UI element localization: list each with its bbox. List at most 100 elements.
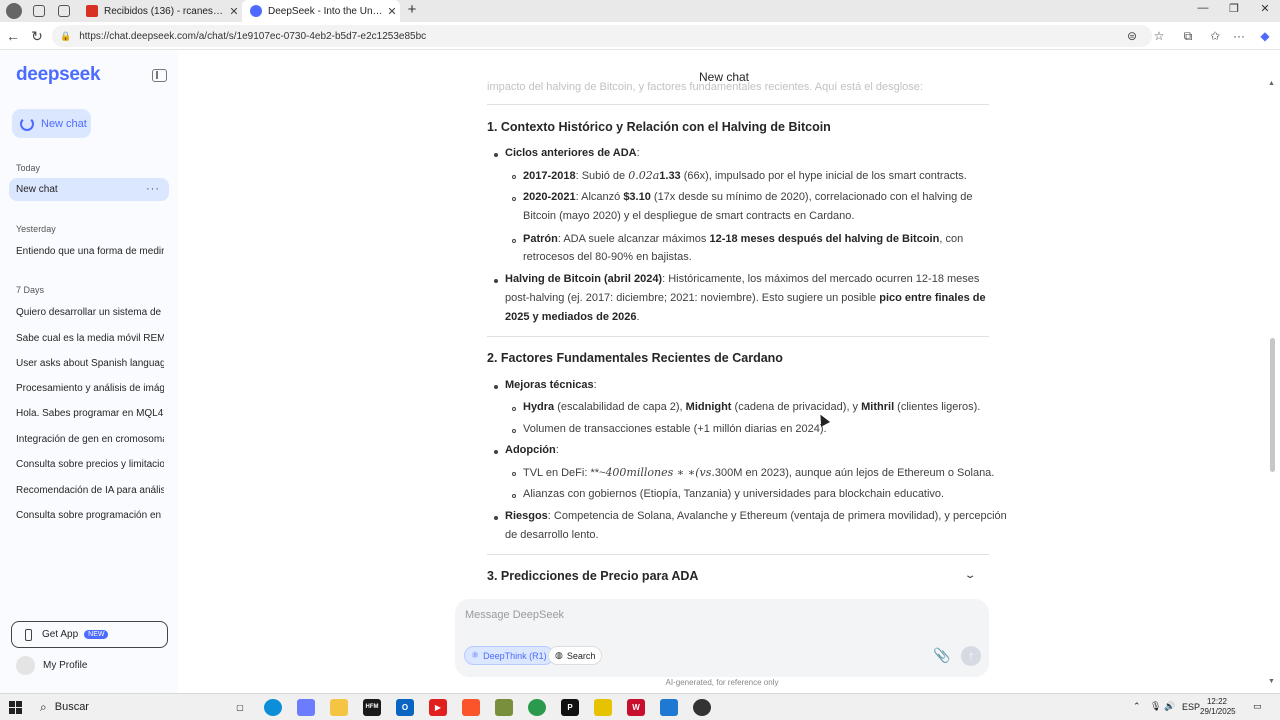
deepseek-logo[interactable]: deepseek [16,64,101,86]
sub-bullet [512,197,516,201]
list-item-patron: Patrón: ADA suele alcanzar máximos 12-18… [523,233,964,245]
sidebar-item[interactable]: Consulta sobre precios y limitacione [16,459,164,470]
message-input[interactable]: Message DeepSeek [465,609,564,621]
minimize-icon[interactable]: — [1188,2,1218,14]
new-chat-icon [20,116,34,131]
winrar-icon[interactable]: W [627,699,645,716]
more-options-icon[interactable]: ··· [146,178,160,201]
microphone-icon[interactable]: 🎙 [1150,701,1161,712]
deepthink-label: DeepThink (R1) [483,650,547,661]
gmail-icon [86,5,98,17]
scrollbar-thumb[interactable] [1270,338,1275,472]
section-heading: 1. Contexto Histórico y Relación con el … [487,120,831,134]
brave-icon[interactable] [462,699,480,716]
maximize-icon[interactable]: ❐ [1219,2,1249,15]
browser-menu-icon[interactable]: ··· [1231,28,1247,44]
profile-avatar-icon[interactable] [6,3,22,19]
taskbar-search-label: Buscar [54,701,89,713]
close-tab-icon[interactable]: ✕ [384,5,400,18]
sub-bullet [512,239,516,243]
sidebar-item[interactable]: Recomendación de IA para análisis ( [16,485,164,496]
app-icon[interactable] [495,699,513,716]
favorite-star-icon[interactable]: ☆ [1151,28,1167,44]
list-item-hydra: Hydra (escalabilidad de capa 2), Midnigh… [523,401,981,413]
divider [487,104,989,105]
search-label: Search [566,650,596,661]
clock[interactable]: 12:22 29/1/2025 [1200,697,1236,717]
list-item-halving: Halving de Bitcoin (abril 2024): Históri… [505,273,980,285]
tab-gmail[interactable]: Recibidos (136) - rcanessa@gmail ✕ [78,0,242,22]
bullet [494,516,498,520]
chrome-icon[interactable] [528,699,546,716]
deepthink-toggle[interactable]: ⚛ DeepThink (R1) [464,646,554,665]
sidebar-item[interactable]: User asks about Spanish language s [16,358,164,369]
back-icon[interactable]: ← [4,27,22,45]
tab-actions-icon[interactable] [58,5,70,17]
clock-time: 12:22 [1206,697,1228,706]
close-tab-icon[interactable]: ✕ [226,5,242,18]
file-explorer-icon[interactable] [330,699,348,716]
scroll-down-arrow-icon[interactable]: ▼ [1268,678,1275,685]
reading-mode-icon[interactable]: ⊜ [1124,28,1140,44]
attach-icon[interactable]: 📎 [933,647,950,664]
new-chat-button[interactable]: New chat [12,109,91,138]
app-icon-2[interactable] [693,699,711,716]
outlook-icon[interactable]: O [396,699,414,716]
sidebar-item[interactable]: Procesamiento y análisis de imágen [16,383,164,394]
task-view-icon[interactable]: ▢ [231,699,249,716]
sidebar-item[interactable]: Sabe cual es la media móvil REMA [16,333,164,344]
chat-main: impacto del halving de Bitcoin, y factor… [178,50,1280,693]
lock-icon: 🔒 [60,30,72,41]
hfm-app-icon[interactable]: HFM [363,699,381,716]
youtube-icon[interactable]: ▶ [429,699,447,716]
pycharm-icon[interactable]: P [561,699,579,716]
sidebar-item-new-chat[interactable]: New chat ··· [9,178,169,201]
sidebar-item[interactable]: Entiendo que una forma de medir [16,246,164,257]
new-tab-icon[interactable]: + [404,2,420,18]
search-toggle[interactable]: ◍ Search [548,646,603,665]
vscode-icon[interactable] [660,699,678,716]
get-app-label: Get App [42,629,79,640]
volume-icon[interactable]: 🔊 [1164,701,1175,712]
section-heading: 3. Predicciones de Precio para ADA [487,569,699,583]
language-indicator[interactable]: ESP [1182,702,1200,712]
tab-title: Recibidos (136) - rcanessa@gmail [104,5,226,17]
bullet [494,279,498,283]
sidebar-item[interactable]: Hola. Sabes programar en MQL4? [16,408,164,419]
list-item-ciclos: Ciclos anteriores de ADA: [505,147,640,159]
bullet [494,153,498,157]
list-item-adopcion: Adopción: [505,444,559,456]
list-item-2020: 2020-2021: Alcanzó $3.10 (17x desde su m… [523,191,973,203]
windows-start-icon[interactable] [9,701,22,714]
tray-overflow-icon[interactable]: ⌃ [1133,701,1141,712]
send-button[interactable]: ↑ [961,646,981,666]
taskbar-search[interactable]: ⌕ Buscar [32,697,222,717]
scroll-down-chevron-icon[interactable]: ⌄ [964,570,977,581]
extensions-icon[interactable]: ⧉ [1180,28,1196,44]
edge-icon[interactable] [264,699,282,716]
copilot-icon[interactable]: ◆ [1257,28,1273,44]
refresh-icon[interactable]: ↻ [28,27,46,45]
close-window-icon[interactable]: ✕ [1250,2,1280,15]
copilot-app-icon[interactable] [297,699,315,716]
get-app-button[interactable]: Get App NEW [11,621,168,648]
favorites-icon[interactable]: ✩ [1207,28,1223,44]
collapse-sidebar-icon[interactable] [152,69,167,82]
my-profile-button[interactable]: My Profile [16,656,87,675]
section-label-yesterday: Yesterday [16,224,56,234]
tab-deepseek[interactable]: DeepSeek - Into the Unknown ✕ [242,0,400,22]
sub-bullet [512,494,516,498]
phone-icon [25,628,32,641]
scroll-up-arrow-icon[interactable]: ▲ [1268,80,1275,87]
url-field[interactable]: 🔒 https://chat.deepseek.com/a/chat/s/1e9… [52,25,1152,47]
workspaces-icon[interactable] [33,5,45,17]
sub-bullet [512,429,516,433]
sidebar-item[interactable]: Consulta sobre programación en M( [16,510,164,521]
notifications-icon[interactable]: ▭ [1253,701,1262,712]
list-item-volumen: Volumen de transacciones estable (+1 mil… [523,423,827,435]
notes-app-icon[interactable] [594,699,612,716]
list-item-patron-cont: retrocesos del 80-90% en bajistas. [523,251,692,263]
sidebar-item[interactable]: Quiero desarrollar un sistema de [16,307,164,318]
sidebar-item[interactable]: Integración de gen en cromosoma I [16,434,164,445]
list-item-alianzas: Alianzas con gobiernos (Etiopía, Tanzani… [523,488,945,500]
